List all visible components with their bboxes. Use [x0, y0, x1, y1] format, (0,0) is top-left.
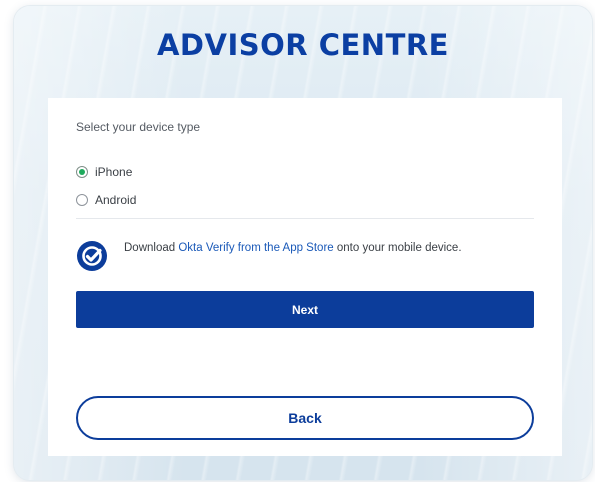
back-button[interactable]: Back [76, 396, 534, 440]
next-button[interactable]: Next [76, 291, 534, 328]
radio-option-iphone[interactable]: iPhone [76, 165, 132, 179]
page-frame: ADVISOR CENTRE Select your device type i… [14, 6, 592, 480]
radio-button-android[interactable] [76, 194, 88, 206]
device-select-card: Select your device type iPhone Android D… [48, 98, 562, 456]
check-badge-icon [77, 241, 107, 271]
divider [76, 218, 534, 219]
radio-label-iphone: iPhone [95, 165, 133, 179]
radio-selected-dot [79, 169, 85, 175]
download-text-suffix: onto your mobile device. [333, 242, 462, 254]
radio-option-android[interactable]: Android [76, 193, 136, 207]
device-type-prompt: Select your device type [76, 120, 201, 134]
okta-verify-link[interactable]: Okta Verify from the App Store [178, 242, 333, 254]
radio-button-iphone[interactable] [76, 166, 88, 178]
radio-label-android: Android [95, 193, 137, 207]
download-text-prefix: Download [124, 242, 179, 254]
brand-title: ADVISOR CENTRE [156, 28, 449, 62]
download-instruction: Download Okta Verify from the App Store … [124, 242, 544, 254]
